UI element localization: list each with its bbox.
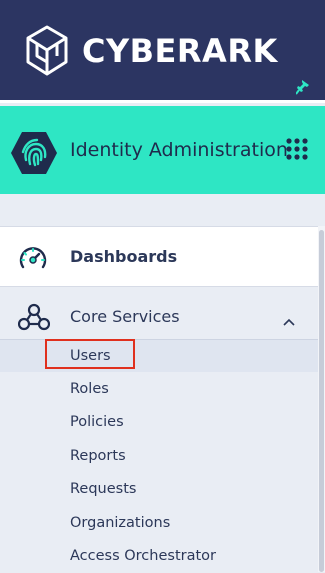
- submenu-label-requests: Requests: [70, 481, 137, 497]
- chevron-up-icon[interactable]: [283, 311, 295, 330]
- nav-label-dashboards: Dashboards: [70, 247, 178, 266]
- submenu-item-requests[interactable]: Requests: [0, 473, 318, 505]
- pin-icon[interactable]: [295, 79, 310, 99]
- submenu-label-access-orchestrator: Access Orchestrator: [70, 548, 216, 564]
- nav-label-core-services: Core Services: [70, 307, 180, 326]
- submenu-item-policies[interactable]: Policies: [0, 406, 318, 438]
- brand-wordmark[interactable]: CYBERARK: [82, 31, 278, 71]
- app-bar: Identity Administration: [0, 106, 325, 194]
- nav-item-core-services[interactable]: Core Services: [0, 287, 318, 339]
- selection-highlight: [45, 339, 135, 369]
- top-header: CYBERARK: [0, 0, 325, 103]
- nav-item-dashboards[interactable]: Dashboards: [0, 229, 318, 287]
- submenu-label-organizations: Organizations: [70, 515, 171, 531]
- scrollbar-thumb[interactable]: [319, 230, 324, 572]
- submenu-item-reports[interactable]: Reports: [0, 440, 318, 472]
- submenu-item-users[interactable]: Users: [0, 339, 318, 372]
- cube-logo-icon: [24, 24, 70, 82]
- app-grid-icon[interactable]: [286, 138, 308, 164]
- submenu-label-roles: Roles: [70, 381, 109, 397]
- core-services-submenu: Users Roles Policies Reports Requests Or…: [0, 339, 318, 573]
- network-nodes-icon: [17, 303, 51, 335]
- submenu-label-policies: Policies: [70, 414, 124, 430]
- submenu-item-organizations[interactable]: Organizations: [0, 507, 318, 539]
- fingerprint-hexagon-icon: [10, 130, 58, 180]
- brand-part-1: CYBER: [82, 32, 203, 70]
- speedometer-icon: [18, 244, 48, 276]
- submenu-label-reports: Reports: [70, 448, 126, 464]
- submenu-item-access-orchestrator[interactable]: Access Orchestrator: [0, 540, 318, 572]
- brand-part-2: ARK: [202, 32, 278, 70]
- app-title: Identity Administration: [70, 139, 288, 161]
- submenu-item-roles[interactable]: Roles: [0, 373, 318, 405]
- side-navigation: Dashboards Core Services Users Roles Pol…: [0, 226, 318, 573]
